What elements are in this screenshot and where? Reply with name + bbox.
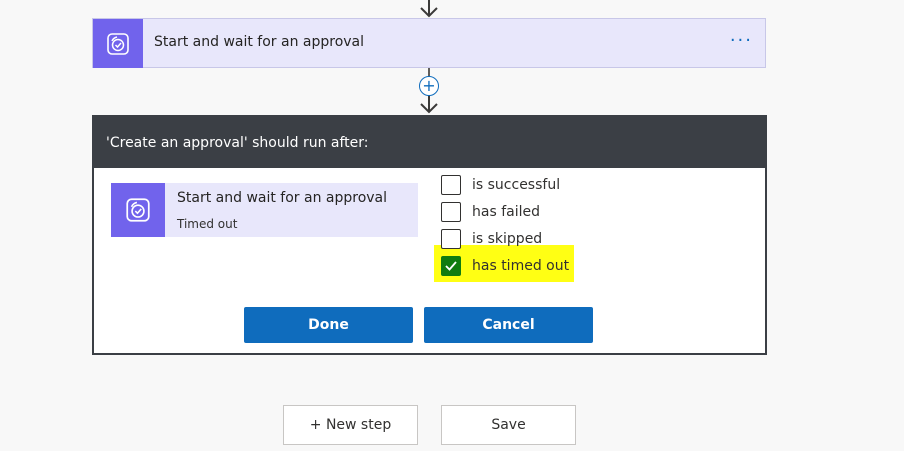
- option-label: is successful: [472, 177, 561, 193]
- cancel-button[interactable]: Cancel: [424, 307, 593, 343]
- approval-icon: [111, 183, 165, 237]
- option-label: is skipped: [472, 231, 543, 247]
- connector-arrow-icon: [420, 0, 438, 18]
- source-action: Start and wait for an approval Timed out: [111, 183, 418, 237]
- connector-arrow-icon: [420, 96, 438, 114]
- option-is-successful[interactable]: is successful: [441, 173, 560, 197]
- option-has-timed-out[interactable]: has timed out: [441, 254, 569, 278]
- run-after-dialog: 'Create an approval' should run after: S…: [92, 115, 767, 355]
- action-card-approval[interactable]: Start and wait for an approval ···: [92, 18, 766, 68]
- checkbox-checked[interactable]: [441, 256, 461, 276]
- source-action-status: Timed out: [177, 217, 238, 231]
- checkbox[interactable]: [441, 175, 461, 195]
- new-step-button[interactable]: + New step: [283, 405, 418, 445]
- done-button[interactable]: Done: [244, 307, 413, 343]
- approval-icon: [93, 19, 143, 68]
- dialog-header: 'Create an approval' should run after:: [94, 117, 765, 168]
- checkbox[interactable]: [441, 229, 461, 249]
- action-card-title: Start and wait for an approval: [154, 34, 365, 50]
- option-is-skipped[interactable]: is skipped: [441, 227, 542, 251]
- more-options-icon[interactable]: ···: [730, 32, 753, 50]
- option-label: has failed: [472, 204, 540, 220]
- option-has-failed[interactable]: has failed: [441, 200, 540, 224]
- checkmark-icon: [445, 261, 457, 271]
- source-action-name: Start and wait for an approval: [177, 190, 388, 206]
- insert-step-button[interactable]: +: [419, 76, 439, 96]
- option-label: has timed out: [472, 258, 570, 274]
- checkbox[interactable]: [441, 202, 461, 222]
- save-button[interactable]: Save: [441, 405, 576, 445]
